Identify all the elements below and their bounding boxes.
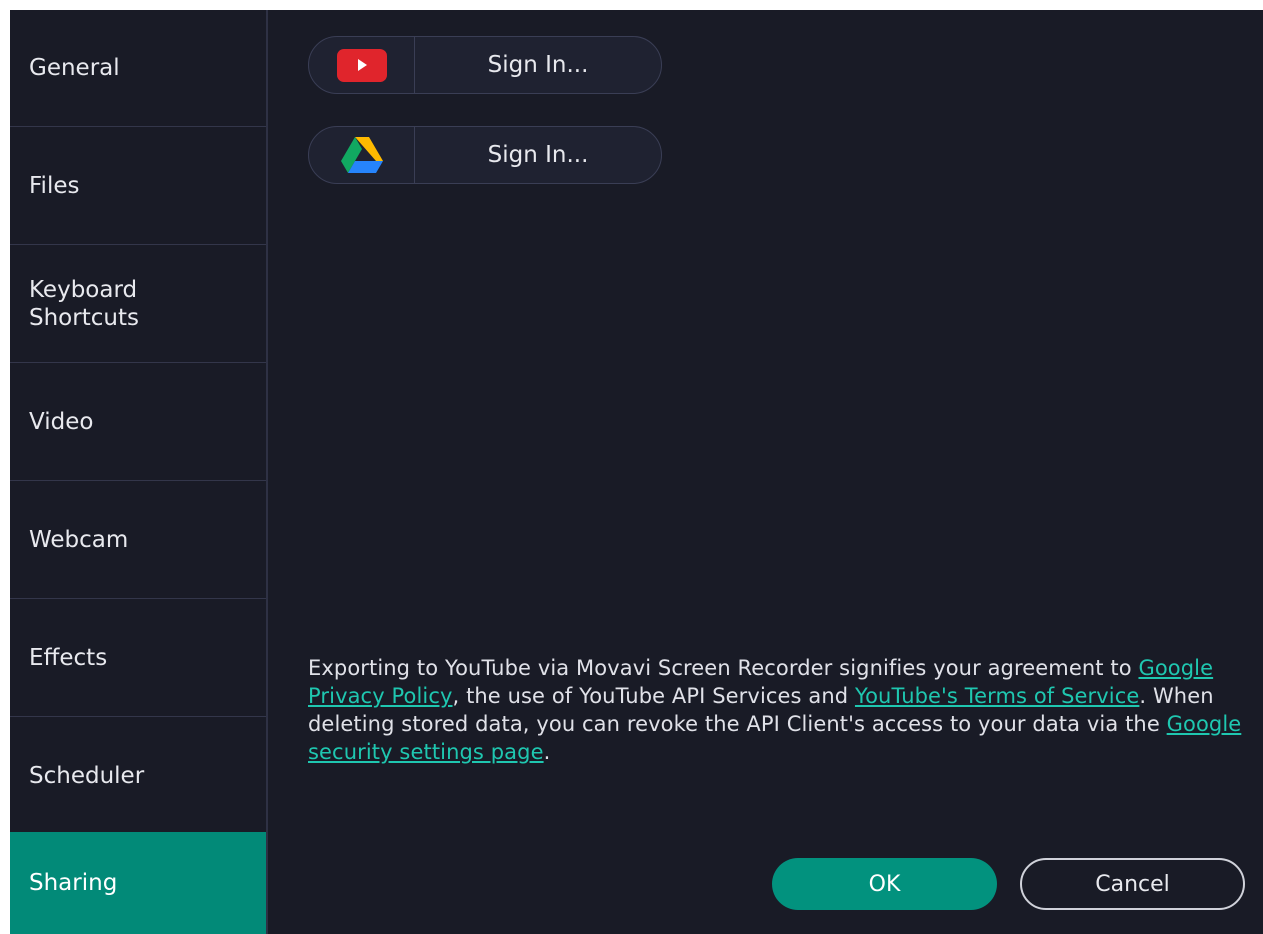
notice-text: , the use of YouTube API Services and <box>452 684 855 708</box>
cancel-button[interactable]: Cancel <box>1020 858 1245 910</box>
youtube-icon-cell <box>309 37 415 93</box>
youtube-terms-link[interactable]: YouTube's Terms of Service <box>855 684 1139 708</box>
youtube-icon <box>336 48 387 82</box>
notice-text: . <box>543 740 551 764</box>
google-drive-icon-cell <box>309 127 415 183</box>
youtube-terms-notice: Exporting to YouTube via Movavi Screen R… <box>308 654 1258 766</box>
sidebar-item-label: Effects <box>29 645 108 671</box>
sidebar-item-sharing[interactable]: Sharing <box>10 832 266 934</box>
google-drive-sign-in-button[interactable]: Sign In... <box>308 126 662 184</box>
settings-dialog: General Files Keyboard Shortcuts Video W… <box>10 10 1263 934</box>
notice-text: Exporting to YouTube via Movavi Screen R… <box>308 656 1139 680</box>
youtube-sign-in-label: Sign In... <box>487 52 589 78</box>
sidebar-item-label: Sharing <box>29 870 118 896</box>
sidebar-item-webcam[interactable]: Webcam <box>10 482 266 599</box>
sidebar-item-video[interactable]: Video <box>10 364 266 481</box>
sidebar-item-keyboard-shortcuts[interactable]: Keyboard Shortcuts <box>10 246 266 363</box>
google-drive-icon <box>340 136 383 173</box>
ok-button[interactable]: OK <box>772 858 997 910</box>
sidebar-item-label: Keyboard Shortcuts <box>29 277 139 331</box>
sidebar-item-effects[interactable]: Effects <box>10 600 266 717</box>
sidebar-item-label: Scheduler <box>29 763 145 789</box>
sidebar-item-label: Files <box>29 173 80 199</box>
sidebar-item-scheduler[interactable]: Scheduler <box>10 718 266 835</box>
sidebar-item-files[interactable]: Files <box>10 128 266 245</box>
sharing-panel: Sign In... Sign In... Exporting to YouTu… <box>268 10 1263 934</box>
settings-sidebar: General Files Keyboard Shortcuts Video W… <box>10 10 268 934</box>
sidebar-item-label: Video <box>29 409 94 435</box>
youtube-sign-in-button[interactable]: Sign In... <box>308 36 662 94</box>
sidebar-item-label: General <box>29 55 120 81</box>
sidebar-item-general[interactable]: General <box>10 10 266 127</box>
google-drive-sign-in-label: Sign In... <box>487 142 589 168</box>
sidebar-item-label: Webcam <box>29 527 129 553</box>
